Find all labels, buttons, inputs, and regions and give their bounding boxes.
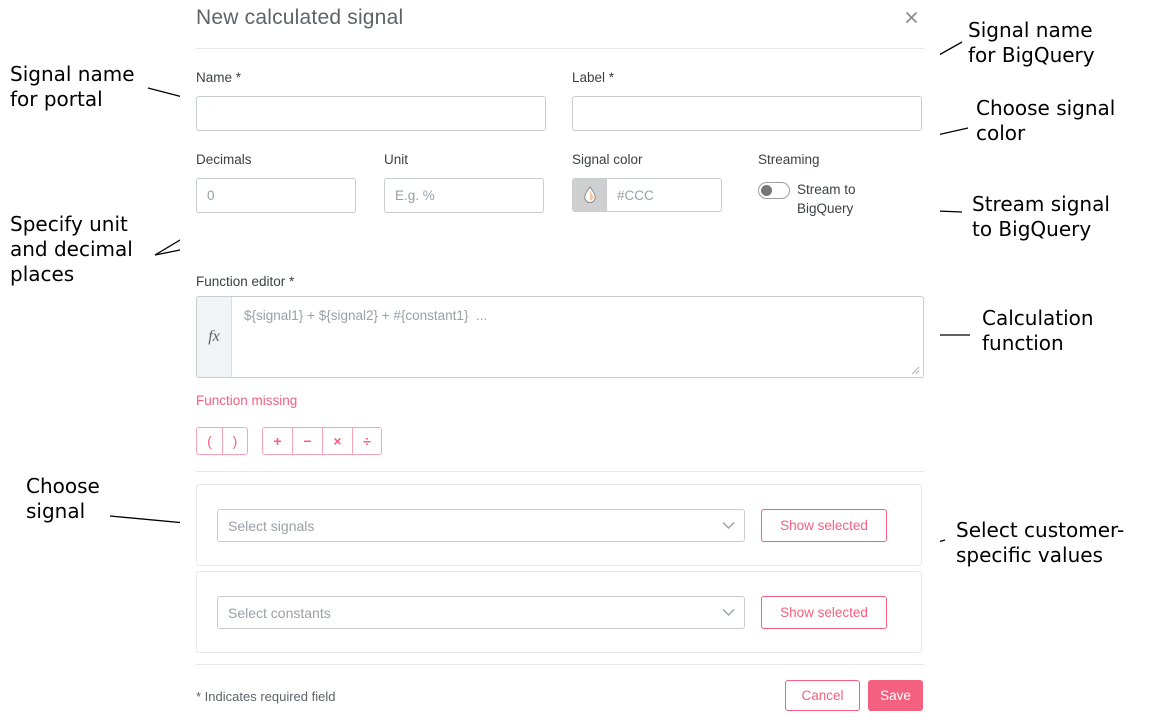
function-editor-textarea[interactable] [232, 297, 923, 377]
close-paren-button[interactable]: ) [222, 427, 248, 455]
function-error-message: Function missing [196, 393, 298, 408]
streaming-field-label: Streaming [758, 152, 820, 167]
page-title: New calculated signal [196, 6, 404, 29]
annotation-stream-signal-bigquery: Stream signal to BigQuery [972, 192, 1110, 241]
toggle-knob [760, 184, 772, 196]
constants-selector-card: Select constants Show selected [196, 571, 922, 653]
show-selected-signals-button[interactable]: Show selected [761, 509, 887, 542]
multiply-button[interactable]: × [322, 427, 352, 455]
signal-color-field-label: Signal color [572, 152, 643, 167]
signal-color-group [572, 178, 722, 212]
divide-button[interactable]: ÷ [352, 427, 382, 455]
open-paren-button[interactable]: ( [196, 427, 222, 455]
signal-color-input[interactable] [606, 178, 722, 212]
show-selected-constants-button[interactable]: Show selected [761, 596, 887, 629]
plus-button[interactable]: + [262, 427, 292, 455]
label-field-label: Label * [572, 70, 615, 85]
decimals-input[interactable] [196, 178, 356, 213]
save-button[interactable]: Save [868, 680, 923, 711]
stream-to-bigquery-toggle[interactable] [758, 182, 790, 199]
function-editor: fx [196, 296, 924, 378]
annotation-specify-unit-decimals: Specify unit and decimal places [10, 212, 133, 286]
select-signals-dropdown[interactable]: Select signals [217, 509, 745, 542]
annotation-signal-name-for-portal: Signal name for portal [10, 62, 135, 111]
unit-field-label: Unit [384, 152, 409, 167]
decimals-field-label: Decimals [196, 152, 252, 167]
streaming-toggle-group: Stream to BigQuery [758, 180, 875, 218]
annotation-select-customer-values: Select customer- specific values [956, 518, 1125, 567]
chevron-down-icon [722, 609, 735, 616]
header-divider [196, 48, 924, 49]
signals-selector-card: Select signals Show selected [196, 484, 922, 566]
paren-button-group: ( ) [196, 427, 248, 455]
function-editor-label: Function editor * [196, 274, 295, 289]
annotation-choose-signal-color: Choose signal color [976, 96, 1116, 145]
water-drop-icon[interactable] [572, 178, 606, 212]
select-signals-placeholder: Select signals [228, 517, 315, 534]
stream-to-bigquery-label: Stream to BigQuery [797, 182, 856, 216]
close-icon[interactable] [900, 6, 922, 28]
name-input[interactable] [196, 96, 546, 131]
fx-icon: fx [197, 297, 232, 377]
select-constants-dropdown[interactable]: Select constants [217, 596, 745, 629]
label-input[interactable] [572, 96, 922, 131]
new-calculated-signal-dialog: New calculated signal Name * Label * Dec… [180, 0, 940, 720]
name-field-label: Name * [196, 70, 242, 85]
required-field-note: * Indicates required field [196, 689, 336, 704]
annotation-calculation-function: Calculation function [982, 306, 1094, 355]
annotation-signal-name-for-bigquery: Signal name for BigQuery [968, 18, 1095, 67]
unit-input[interactable] [384, 178, 544, 213]
math-operator-button-group: + − × ÷ [262, 427, 382, 455]
select-constants-placeholder: Select constants [228, 604, 331, 621]
chevron-down-icon [722, 522, 735, 529]
selectors-divider [196, 471, 924, 472]
minus-button[interactable]: − [292, 427, 322, 455]
cancel-button[interactable]: Cancel [785, 680, 860, 711]
annotation-choose-signal: Choose signal [26, 474, 100, 523]
footer-divider [196, 664, 924, 665]
